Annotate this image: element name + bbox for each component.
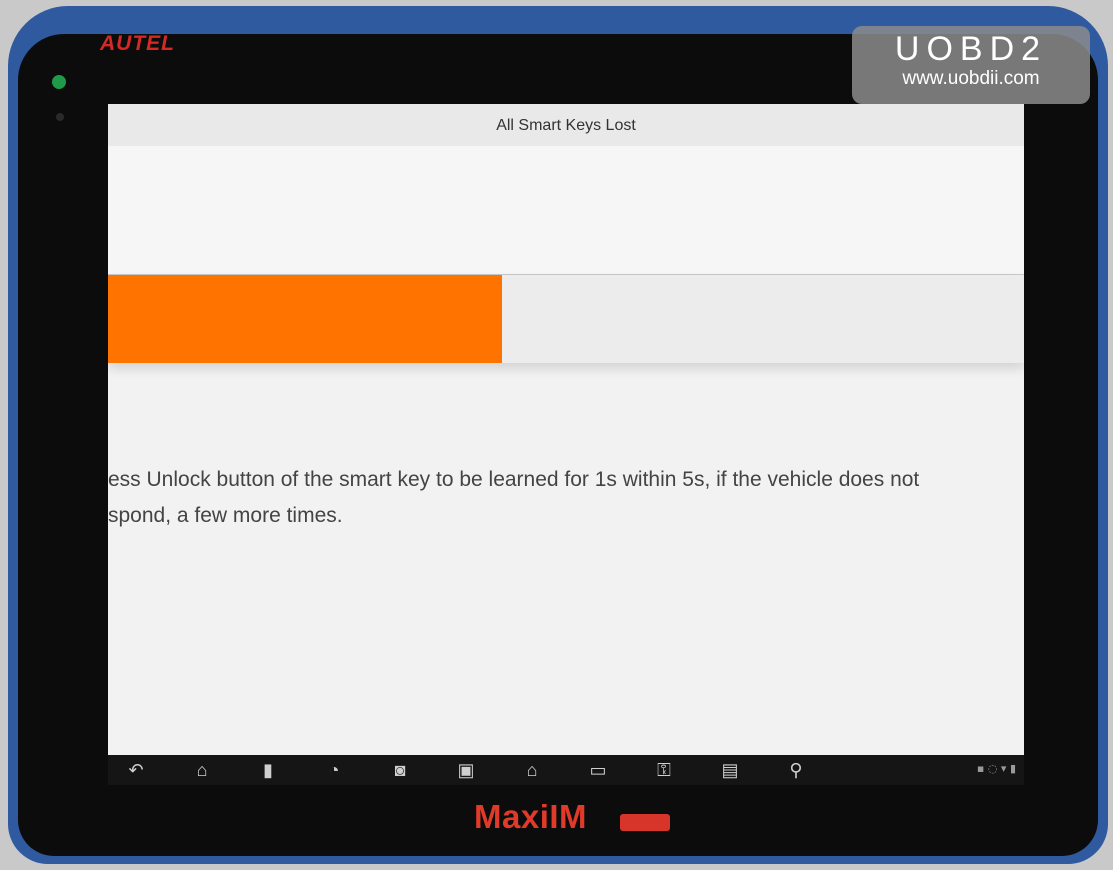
page-title: All Smart Keys Lost <box>496 117 636 134</box>
title-bar: All Smart Keys Lost <box>108 104 1024 146</box>
upper-panel <box>108 146 1024 275</box>
camera-icon[interactable]: ◙ <box>374 760 426 781</box>
brand-logo: AUTEL <box>100 32 175 55</box>
recent-apps-icon[interactable]: ▮ <box>242 760 294 781</box>
status-area-icon: ▪ ◌ ▾ ▮ <box>976 762 1016 775</box>
status-led <box>56 113 64 121</box>
vehicle-icon[interactable]: ▤ <box>704 760 756 781</box>
model-badge <box>620 814 670 831</box>
vci-icon[interactable]: ▭ <box>572 760 624 781</box>
watermark-title: UOBD2 <box>894 30 1048 68</box>
power-led <box>52 75 66 89</box>
key-icon[interactable]: ⚿ <box>638 760 690 781</box>
back-icon[interactable]: ↶ <box>110 760 162 781</box>
progress-fill <box>108 275 502 363</box>
progress-bar <box>108 275 1024 363</box>
screenshot-icon[interactable]: ▣ <box>440 760 492 781</box>
watermark: UOBD2 www.uobdii.com <box>852 26 1090 104</box>
remote-icon[interactable]: ⚲ <box>770 760 822 781</box>
home-icon[interactable]: ⌂ <box>176 760 228 781</box>
model-logo: MaxiIM <box>474 798 588 835</box>
browser-icon[interactable]: ◔ <box>308 760 360 781</box>
instruction-message: ess Unlock button of the smart key to be… <box>108 468 920 527</box>
android-navbar: ↶ ⌂ ▮ ◔ ◙ ▣ ⌂ ▭ ⚿ ▤ ⚲ ▪ ◌ ▾ ▮ <box>108 755 1024 785</box>
maxiim-home-icon[interactable]: ⌂ <box>506 760 558 781</box>
screen: All Smart Keys Lost ess Unlock button of… <box>108 104 1024 784</box>
watermark-url: www.uobdii.com <box>902 68 1040 89</box>
